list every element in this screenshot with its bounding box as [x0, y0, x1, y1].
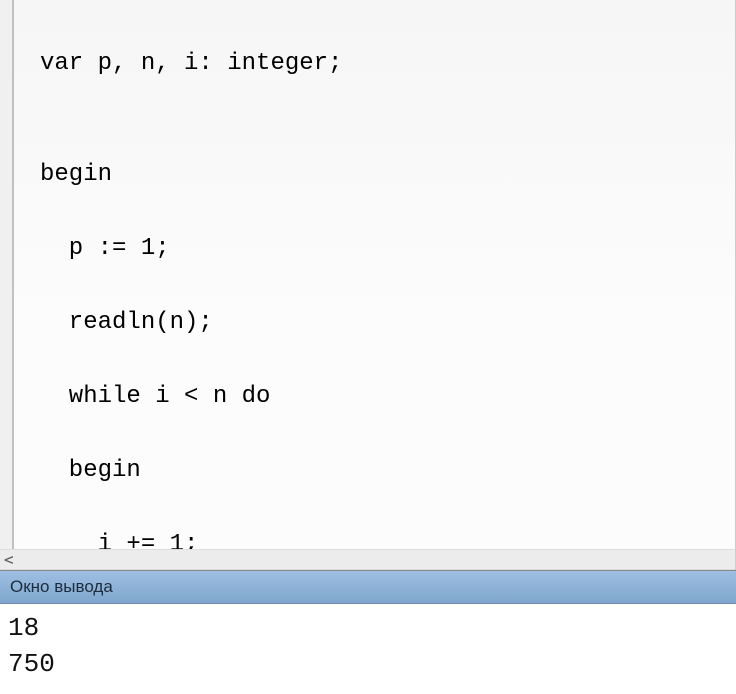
output-line: 18 [8, 610, 728, 646]
code-line: p := 1; [40, 230, 735, 267]
output-body[interactable]: 18 750 [0, 604, 736, 694]
editor-pane: var p, n, i: integer; begin p := 1; read… [0, 0, 736, 570]
output-panel: Окно вывода 18 750 [0, 570, 736, 694]
code-line: var p, n, i: integer; [40, 45, 735, 82]
code-line: i += 1; [40, 526, 735, 549]
ide-window: var p, n, i: integer; begin p := 1; read… [0, 0, 736, 694]
code-line: readln(n); [40, 304, 735, 341]
code-line: while i < n do [40, 378, 735, 415]
code-line: begin [40, 452, 735, 489]
output-panel-title: Окно вывода [0, 571, 736, 604]
chevron-left-icon: < [4, 550, 14, 569]
scroll-left-button[interactable]: < [0, 549, 735, 570]
code-line: begin [40, 156, 735, 193]
code-editor[interactable]: var p, n, i: integer; begin p := 1; read… [12, 0, 735, 549]
output-line: 750 [8, 646, 728, 682]
